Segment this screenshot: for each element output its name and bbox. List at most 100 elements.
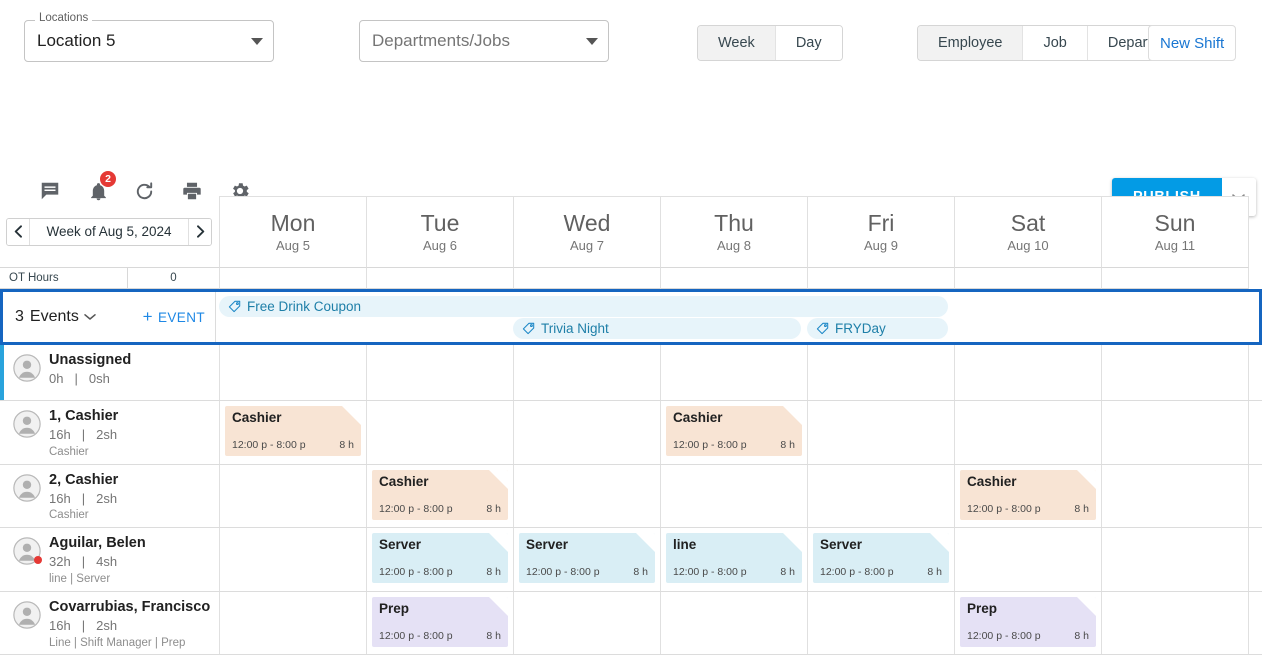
event-pill[interactable]: Trivia Night xyxy=(513,318,801,339)
day-header-thu[interactable]: Thu Aug 8 xyxy=(660,196,807,267)
schedule-cell[interactable] xyxy=(513,401,660,464)
schedule-cell[interactable] xyxy=(1101,591,1249,655)
schedule-cell[interactable] xyxy=(366,401,513,464)
day-header-sun[interactable]: Sun Aug 11 xyxy=(1101,196,1249,267)
events-summary[interactable]: 3 Events xyxy=(15,308,143,326)
shift-card[interactable]: Server 12:00 p - 8:00 p 8 h xyxy=(813,533,949,584)
employee-row: Aguilar, Belen 32h | 4sh line | Server Server… xyxy=(0,528,1262,592)
day-header-wed[interactable]: Wed Aug 7 xyxy=(513,196,660,267)
schedule-cell[interactable] xyxy=(219,528,366,591)
schedule-cell[interactable]: Server 12:00 p - 8:00 p 8 h xyxy=(366,528,513,591)
shift-duration: 8 h xyxy=(486,629,501,642)
schedule-cell[interactable] xyxy=(660,464,807,528)
shift-duration: 8 h xyxy=(633,566,648,579)
schedule-cell[interactable] xyxy=(513,464,660,528)
employee-cell[interactable]: Covarrubias, Francisco 16h | 2sh Line | Shif… xyxy=(0,591,219,655)
tab-employee[interactable]: Employee xyxy=(918,26,1024,60)
event-pill[interactable]: Free Drink Coupon xyxy=(219,296,948,317)
schedule-cell[interactable] xyxy=(954,345,1101,400)
schedule-cell[interactable]: line 12:00 p - 8:00 p 8 h xyxy=(660,528,807,591)
shift-job: Cashier xyxy=(232,410,282,425)
employee-stats: 32h | 4sh xyxy=(49,553,146,571)
day-header-sat[interactable]: Sat Aug 10 xyxy=(954,196,1101,267)
schedule-cell[interactable] xyxy=(807,464,954,528)
employee-rows: Unassigned 0h | 0sh 1, Cashier 16h | 2sh Cashier… xyxy=(0,345,1262,655)
prev-week-button[interactable] xyxy=(7,218,29,245)
schedule-cell[interactable] xyxy=(219,345,366,400)
corner-fold-icon xyxy=(1077,596,1096,616)
locations-select[interactable]: Locations Location 5 xyxy=(24,12,274,62)
avatar xyxy=(13,537,42,565)
tab-day[interactable]: Day xyxy=(775,26,842,60)
employee-hours: 32h xyxy=(49,554,71,570)
schedule-cell[interactable] xyxy=(807,591,954,655)
tab-week[interactable]: Week xyxy=(698,26,776,60)
schedule-cell[interactable] xyxy=(660,345,807,400)
shift-card[interactable]: Prep 12:00 p - 8:00 p 8 h xyxy=(372,596,508,647)
shift-card[interactable]: Cashier 12:00 p - 8:00 p 8 h xyxy=(225,406,361,456)
schedule-cell[interactable] xyxy=(513,345,660,400)
shift-card[interactable]: Server 12:00 p - 8:00 p 8 h xyxy=(519,533,655,584)
shift-duration: 8 h xyxy=(1074,502,1089,515)
schedule-cell[interactable] xyxy=(954,401,1101,464)
add-event-button[interactable]: + EVENT xyxy=(143,307,205,327)
schedule-cell[interactable] xyxy=(219,591,366,655)
shift-card[interactable]: Server 12:00 p - 8:00 p 8 h xyxy=(372,533,508,584)
schedule-cell[interactable]: Server 12:00 p - 8:00 p 8 h xyxy=(807,528,954,591)
schedule-cell[interactable]: Cashier 12:00 p - 8:00 p 8 h xyxy=(219,401,366,464)
schedule-cell[interactable] xyxy=(807,401,954,464)
schedule-cell[interactable]: Cashier 12:00 p - 8:00 p 8 h xyxy=(660,401,807,464)
day-header-tue[interactable]: Tue Aug 6 xyxy=(366,196,513,267)
schedule-cell[interactable]: Server 12:00 p - 8:00 p 8 h xyxy=(513,528,660,591)
plus-icon: + xyxy=(142,307,153,326)
next-week-button[interactable] xyxy=(189,218,211,245)
schedule-cell[interactable]: Prep 12:00 p - 8:00 p 8 h xyxy=(954,591,1101,655)
tab-job[interactable]: Job xyxy=(1023,26,1088,60)
shift-card[interactable]: Cashier 12:00 p - 8:00 p 8 h xyxy=(372,469,508,520)
employee-cell[interactable]: Unassigned 0h | 0sh xyxy=(0,345,219,400)
schedule-cell[interactable]: Prep 12:00 p - 8:00 p 8 h xyxy=(366,591,513,655)
corner-fold-icon xyxy=(489,469,508,489)
shift-job: Server xyxy=(820,537,863,553)
shift-time: 12:00 p - 8:00 p xyxy=(673,566,747,579)
employee-jobs: Cashier xyxy=(49,509,89,522)
schedule-cell[interactable]: Cashier 12:00 p - 8:00 p 8 h xyxy=(954,464,1101,528)
schedule-cell[interactable] xyxy=(807,345,954,400)
schedule-cell[interactable] xyxy=(366,345,513,400)
shift-card[interactable]: Cashier 12:00 p - 8:00 p 8 h xyxy=(960,469,1096,520)
employee-cell[interactable]: 1, Cashier 16h | 2sh Cashier xyxy=(0,401,219,464)
shift-time: 12:00 p - 8:00 p xyxy=(379,629,453,642)
top-toolbar: Locations Location 5 Departments/Jobs We… xyxy=(0,0,1262,82)
week-label[interactable]: Week of Aug 5, 2024 xyxy=(29,218,189,245)
schedule-cell[interactable]: Cashier 12:00 p - 8:00 p 8 h xyxy=(366,464,513,528)
schedule-cell[interactable] xyxy=(219,464,366,528)
schedule-cell[interactable] xyxy=(954,528,1101,591)
employee-stats: 16h | 2sh xyxy=(49,617,210,635)
day-date: Aug 11 xyxy=(1154,238,1196,254)
day-name: Sat xyxy=(1010,209,1046,236)
shift-card[interactable]: line 12:00 p - 8:00 p 8 h xyxy=(666,533,802,584)
day-header-mon[interactable]: Mon Aug 5 xyxy=(219,196,366,267)
schedule-cell[interactable] xyxy=(1101,401,1249,464)
day-header-fri[interactable]: Fri Aug 9 xyxy=(807,196,954,267)
departments-jobs-select[interactable]: Departments/Jobs xyxy=(359,20,609,62)
schedule-cell[interactable] xyxy=(660,591,807,655)
event-title: Trivia Night xyxy=(541,321,609,336)
chevron-down-icon[interactable] xyxy=(84,310,96,324)
schedule-cell[interactable] xyxy=(1101,464,1249,528)
event-pill[interactable]: FRYDay xyxy=(807,318,948,339)
employee-cell[interactable]: 2, Cashier 16h | 2sh Cashier xyxy=(0,464,219,528)
ot-hours-label: OT Hours xyxy=(0,268,128,288)
tag-icon xyxy=(522,322,535,335)
shift-card[interactable]: Cashier 12:00 p - 8:00 p 8 h xyxy=(666,406,802,456)
schedule-cell[interactable] xyxy=(1101,528,1249,591)
employee-cell[interactable]: Aguilar, Belen 32h | 4sh line | Server xyxy=(0,528,219,591)
action-icon-row: 2 PUBLISH xyxy=(0,82,1262,216)
schedule-cell[interactable] xyxy=(1101,345,1249,400)
shift-card[interactable]: Prep 12:00 p - 8:00 p 8 h xyxy=(960,596,1096,647)
schedule-cell[interactable] xyxy=(513,591,660,655)
new-shift-button[interactable]: New Shift xyxy=(1148,25,1237,61)
events-count: 3 xyxy=(15,308,24,325)
day-date: Aug 6 xyxy=(423,238,457,254)
corner-fold-icon xyxy=(342,406,361,425)
